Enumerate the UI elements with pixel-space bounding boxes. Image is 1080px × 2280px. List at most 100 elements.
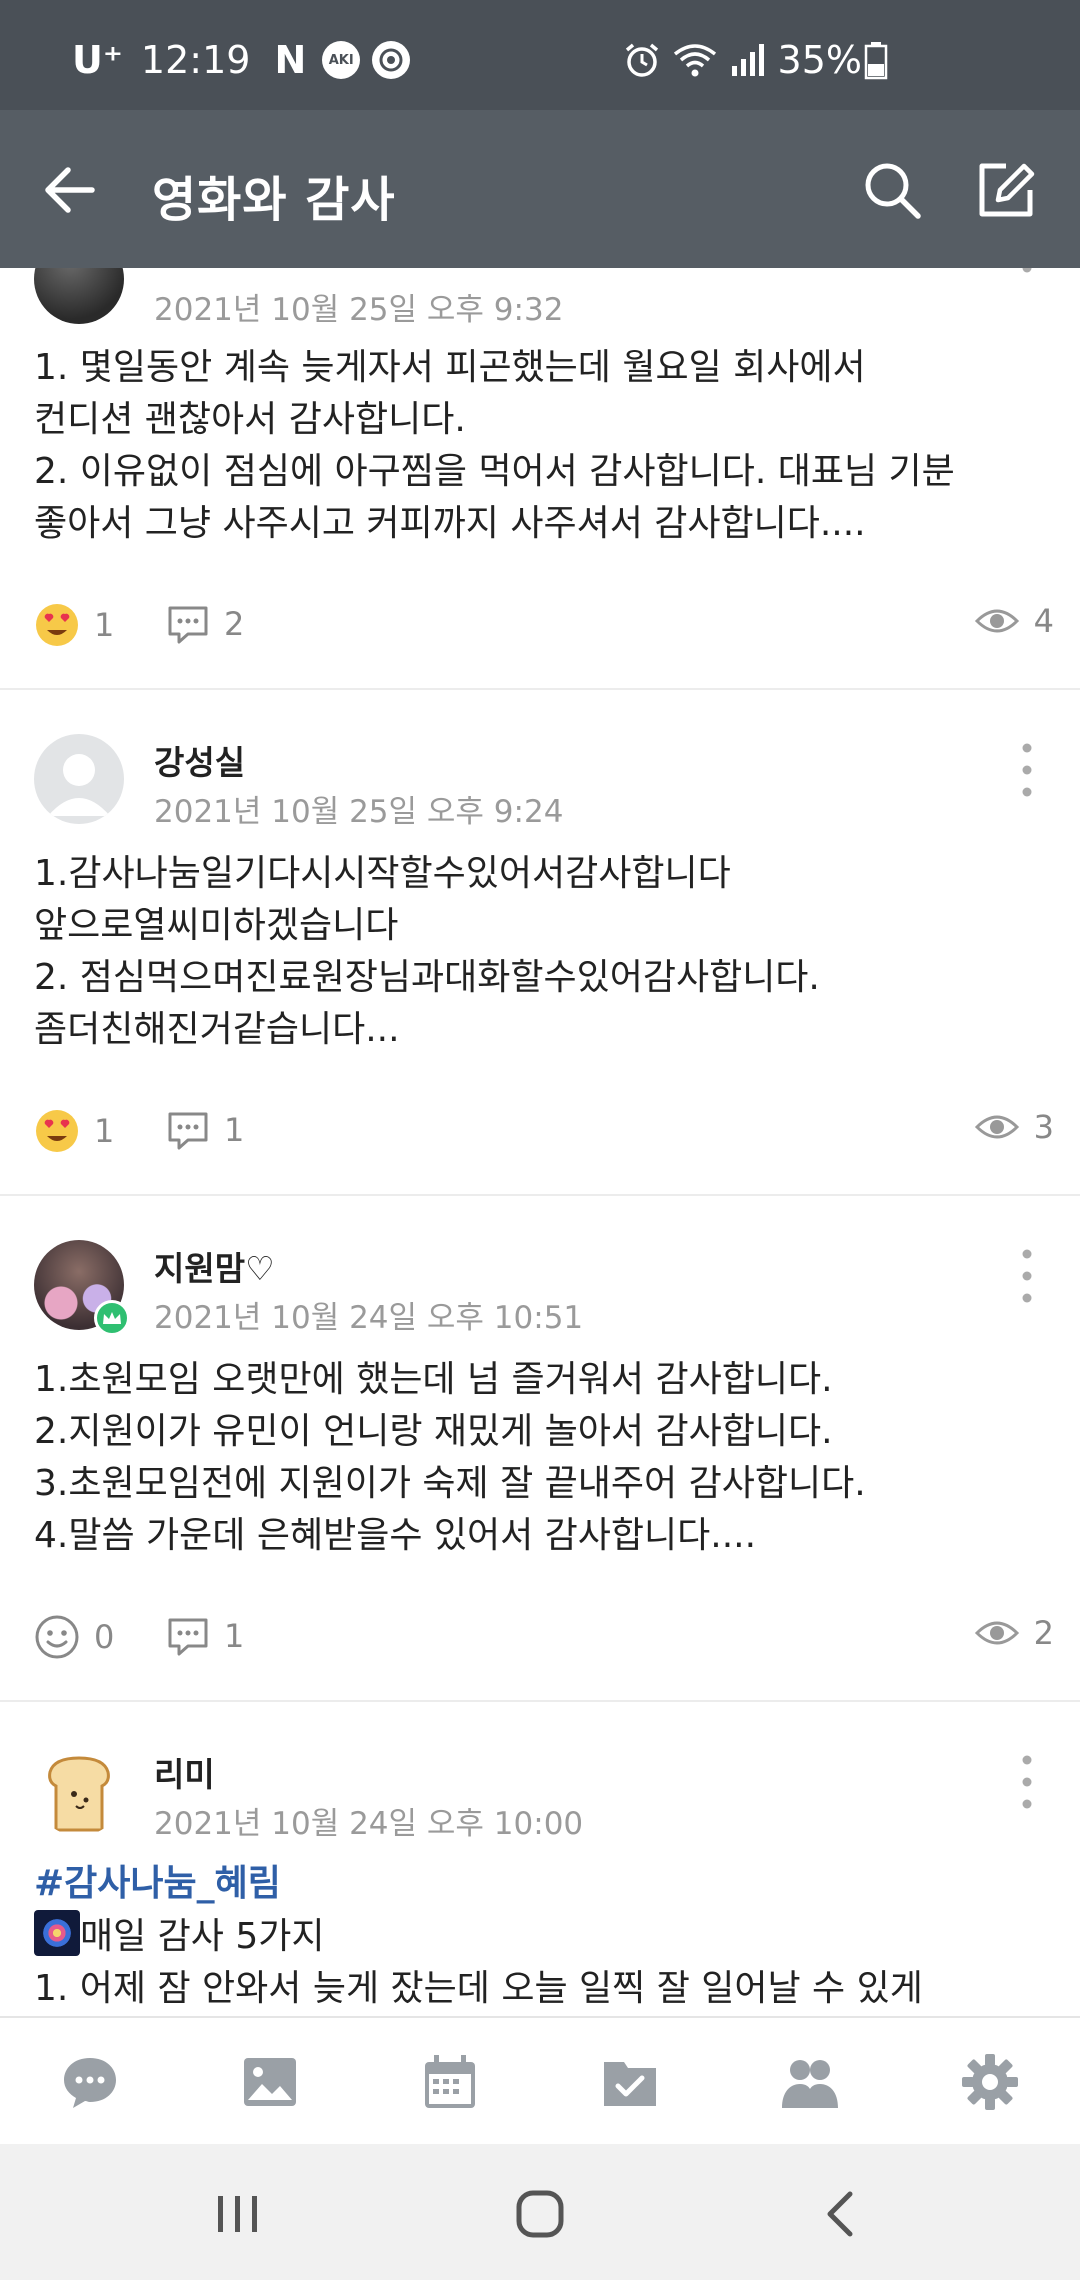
reaction-count: 1 [94,606,115,644]
comment-count: 1 [224,1111,245,1149]
post-card[interactable]: 리미 2021년 10월 24일 오후 10:00 #감사나눔_혜림 매일 감사… [0,1702,1080,2018]
calendar-icon[interactable] [420,2052,480,2112]
comment-count: 2 [224,605,245,643]
clock: 12:19 [140,38,251,82]
post-actions: 1 1 3 [34,1108,1054,1168]
more-options-icon[interactable] [1012,740,1042,800]
aki-badge-icon: AKI [322,41,361,79]
post-author[interactable]: 강성실 [154,736,245,784]
page-title: 영화와 감사 [152,172,396,228]
host-crown-badge [94,1300,130,1336]
fireworks-emoji-icon [34,1910,80,1956]
reaction-button[interactable]: 1 [34,602,114,648]
post-line: 2. 점심먹으며진료원장님과대화할수있어감사합니다. [34,957,820,998]
todo-folder-icon[interactable] [600,2052,660,2112]
post-body[interactable]: #감사나눔_혜림 매일 감사 5가지 1. 어제 잠 안와서 늦게 잤는데 오늘… [34,1858,1054,2015]
reaction-button[interactable]: 1 [34,1108,114,1154]
post-line: 1.감사나눔일기다시시작할수있어서감사합니다 [34,853,731,894]
view-count-value: 4 [1033,602,1054,640]
comment-button[interactable]: 1 [166,1108,244,1152]
comment-button[interactable]: 2 [166,602,244,646]
smiley-outline-icon [35,1615,79,1659]
post-line: 1.초원모임 오랫만에 했는데 넘 즐거워서 감사합니다. [34,1359,833,1400]
more-options-icon[interactable] [1012,1246,1042,1306]
chat-icon[interactable] [60,2052,120,2112]
photo-icon[interactable] [240,2052,300,2112]
post-line: 좋아서 그냥 사주시고 커피까지 사주셔서 감사합니다.... [34,503,866,544]
members-icon[interactable] [780,2052,840,2112]
heart-eyes-emoji-icon [36,604,78,646]
comment-icon [168,1618,208,1656]
post-line: 매일 감사 5가지 [34,1910,1054,1963]
post-body[interactable]: 1.감사나눔일기다시시작할수있어서감사합니다 앞으로열씨미하겠습니다 2. 점심… [34,848,1054,1056]
view-count: 4 [974,602,1054,640]
heart-eyes-emoji-icon [36,1110,78,1152]
post-line: 4.말씀 가운데 은혜받을수 있어서 감사합니다.... [34,1515,757,1556]
post-card[interactable]: 강성실 2021년 10월 25일 오후 9:24 1.감사나눔일기다시시작할수… [0,690,1080,1194]
more-options-icon[interactable] [1012,1752,1042,1812]
hashtag-link[interactable]: #감사나눔_혜림 [34,1858,1054,1910]
netflix-n-icon: N [274,38,307,82]
back-icon[interactable] [812,2184,872,2244]
default-avatar-icon [48,754,110,816]
post-body[interactable]: 1. 몇일동안 계속 늦게자서 피곤했는데 월요일 회사에서 컨디션 괜찮아서 … [34,342,1054,550]
more-options-icon[interactable] [1012,268,1042,276]
post-feed[interactable]: 2021년 10월 25일 오후 9:32 1. 몇일동안 계속 늦게자서 피곤… [0,268,1080,2018]
post-line: 1. 어제 잠 안와서 늦게 잤는데 오늘 일찍 잘 일어날 수 있게 [34,1968,923,2009]
reaction-count: 0 [94,1618,115,1656]
reaction-button[interactable]: 0 [34,1614,114,1660]
view-count: 3 [974,1108,1054,1146]
view-count: 2 [974,1614,1054,1652]
post-date: 2021년 10월 24일 오후 10:00 [154,1806,584,1842]
avatar[interactable] [34,734,124,824]
carrier-label: U⁺ [72,38,123,82]
comment-button[interactable]: 1 [166,1614,244,1658]
post-date: 2021년 10월 25일 오후 9:32 [154,292,564,328]
battery-percent: 35% [777,38,862,82]
system-nav-bar [0,2144,1080,2280]
comment-icon [168,1112,208,1150]
post-date: 2021년 10월 24일 오후 10:51 [154,1300,584,1336]
post-date: 2021년 10월 25일 오후 9:24 [154,794,564,830]
post-author[interactable]: 지원맘♡ [154,1242,275,1290]
post-actions: 0 1 2 [34,1614,1054,1674]
post-actions: 1 2 4 [34,602,1054,662]
toast-avatar-icon [48,1756,110,1832]
alarm-icon [625,43,658,77]
avatar[interactable] [34,268,124,324]
post-card[interactable]: 지원맘♡ 2021년 10월 24일 오후 10:51 1.초원모임 오랫만에 … [0,1196,1080,1700]
post-line-text: 매일 감사 5가지 [80,1916,325,1957]
app-bar: 영화와 감사 [0,110,1080,268]
comment-icon [168,606,208,644]
eye-icon [974,1621,1019,1645]
reaction-count: 1 [94,1112,115,1150]
home-icon[interactable] [510,2184,570,2244]
bottom-nav [0,2016,1080,2144]
settings-icon[interactable] [960,2052,1020,2112]
avatar[interactable] [34,1240,130,1336]
signal-icon [731,44,764,76]
post-line: 1. 몇일동안 계속 늦게자서 피곤했는데 월요일 회사에서 [34,347,866,388]
crown-icon [103,1312,121,1324]
wifi-icon [673,44,716,77]
eye-icon [974,1115,1019,1139]
compose-icon[interactable] [976,160,1036,220]
status-right: 35% [622,38,900,82]
app-badge-icon [372,41,411,79]
post-line: 2.지원이가 유민이 언니랑 재밌게 놀아서 감사합니다. [34,1411,833,1452]
status-bar: U⁺ 12:19 N AKI 35% [0,0,1080,110]
post-line: 좀더친해진거같습니다... [34,1009,400,1050]
back-arrow-icon[interactable] [40,162,100,218]
view-count-value: 3 [1033,1108,1054,1146]
post-line: 컨디션 괜찮아서 감사합니다. [34,399,466,440]
avatar[interactable] [34,1746,124,1836]
post-line: 2. 이유없이 점심에 아구찜을 먹어서 감사합니다. 대표님 기분 [34,451,955,492]
view-count-value: 2 [1033,1614,1054,1652]
search-icon[interactable] [862,160,922,220]
battery-icon [864,42,888,80]
comment-count: 1 [224,1617,245,1655]
post-card[interactable]: 2021년 10월 25일 오후 9:32 1. 몇일동안 계속 늦게자서 피곤… [0,268,1080,718]
recent-apps-icon[interactable] [208,2184,268,2244]
post-body[interactable]: 1.초원모임 오랫만에 했는데 넘 즐거워서 감사합니다. 2.지원이가 유민이… [34,1354,1054,1562]
post-author[interactable]: 리미 [154,1748,215,1796]
